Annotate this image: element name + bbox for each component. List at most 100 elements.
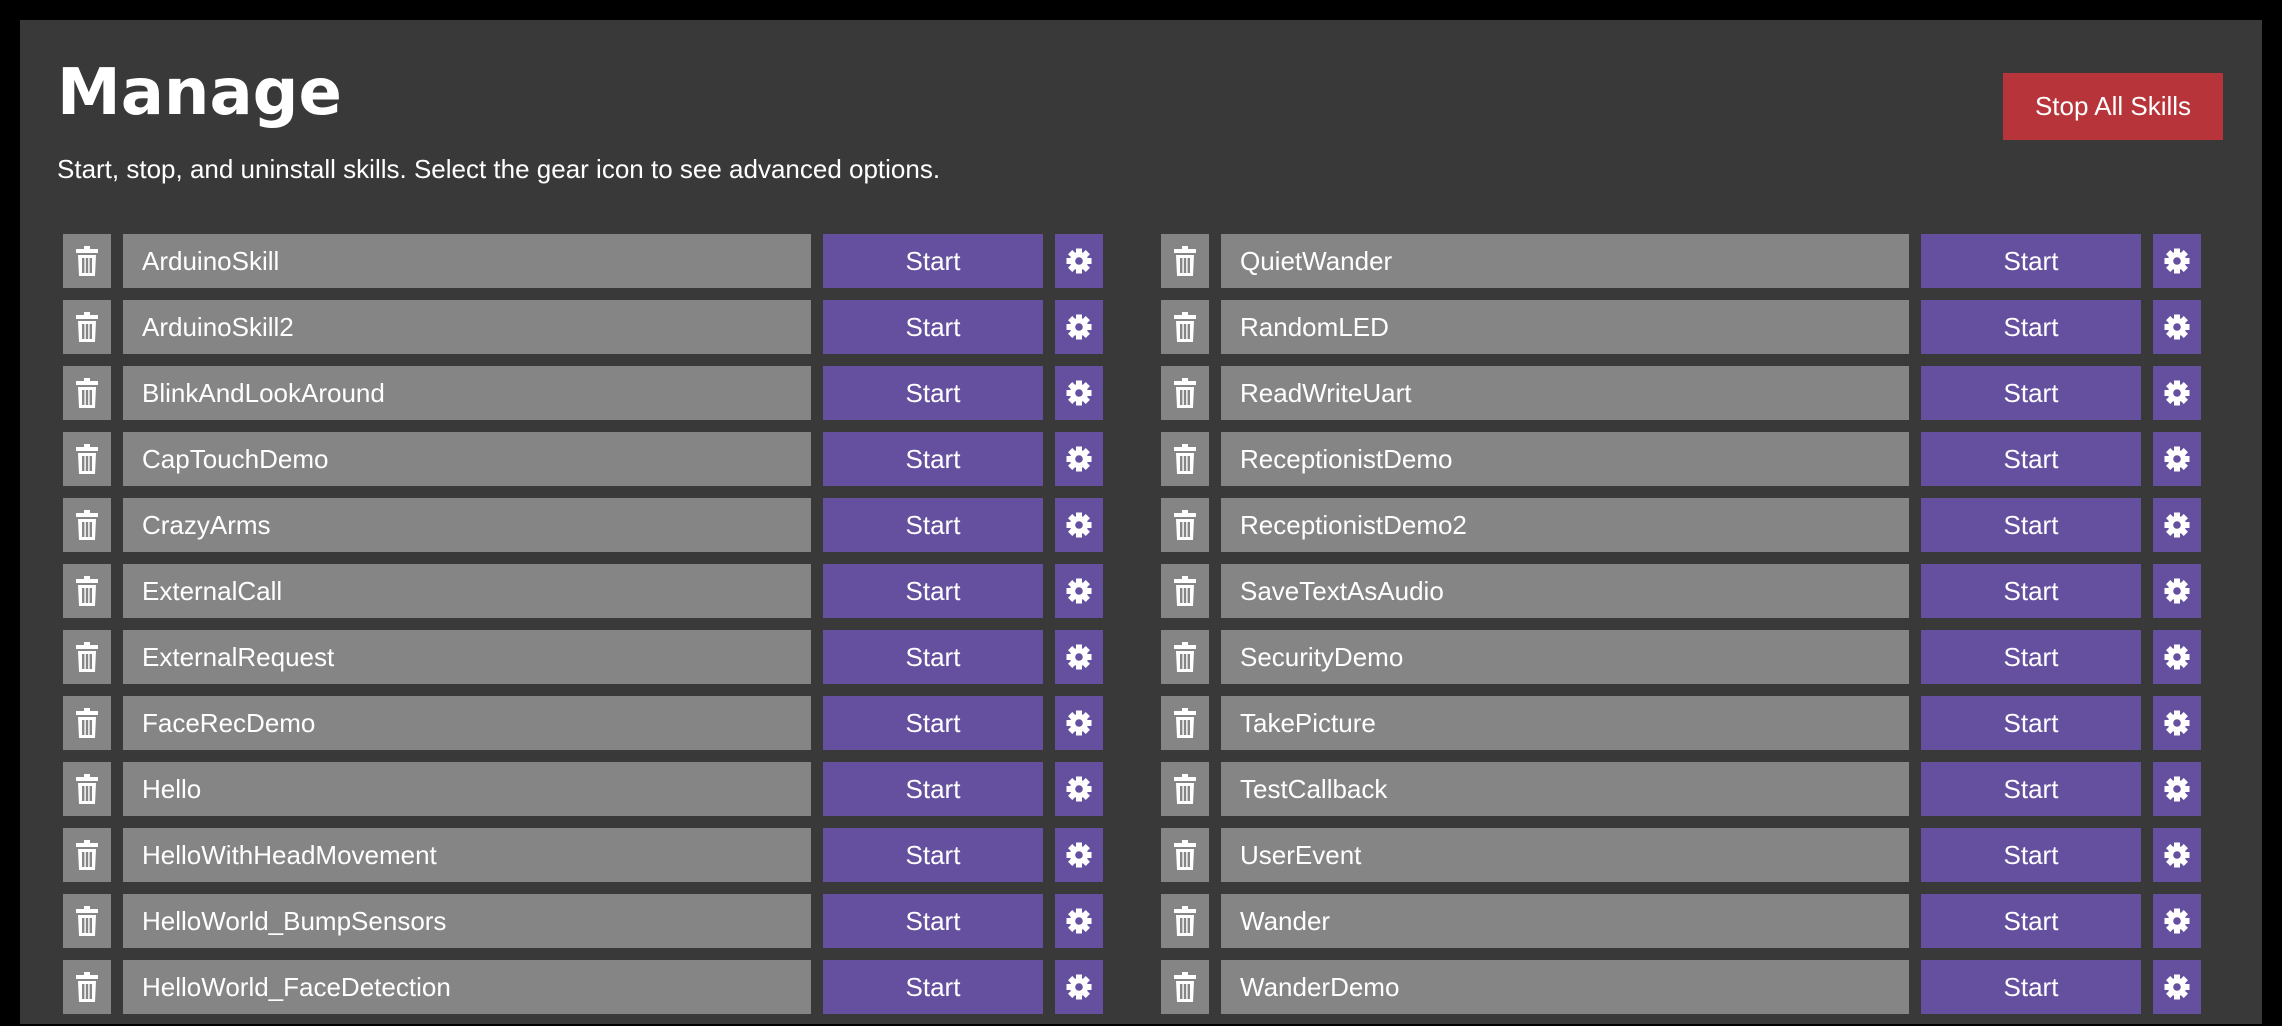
- start-skill-button[interactable]: Start: [823, 366, 1043, 420]
- advanced-options-button[interactable]: [2153, 960, 2201, 1014]
- start-skill-button[interactable]: Start: [1921, 366, 2141, 420]
- start-skill-button[interactable]: Start: [823, 960, 1043, 1014]
- skill-name: HelloWithHeadMovement: [123, 828, 811, 882]
- advanced-options-button[interactable]: [1055, 366, 1103, 420]
- start-skill-button[interactable]: Start: [823, 762, 1043, 816]
- trash-icon: [1174, 906, 1196, 936]
- trash-icon: [1174, 444, 1196, 474]
- start-skill-button[interactable]: Start: [1921, 432, 2141, 486]
- gear-icon: [2164, 974, 2190, 1000]
- start-skill-button[interactable]: Start: [1921, 234, 2141, 288]
- start-skill-button[interactable]: Start: [823, 432, 1043, 486]
- start-skill-button[interactable]: Start: [1921, 894, 2141, 948]
- advanced-options-button[interactable]: [2153, 630, 2201, 684]
- advanced-options-button[interactable]: [1055, 630, 1103, 684]
- gear-icon: [2164, 710, 2190, 736]
- trash-icon: [76, 246, 98, 276]
- advanced-options-button[interactable]: [2153, 564, 2201, 618]
- advanced-options-button[interactable]: [1055, 564, 1103, 618]
- advanced-options-button[interactable]: [1055, 234, 1103, 288]
- advanced-options-button[interactable]: [1055, 300, 1103, 354]
- uninstall-button[interactable]: [1161, 564, 1209, 618]
- start-skill-button[interactable]: Start: [823, 234, 1043, 288]
- skill-name: ReceptionistDemo: [1221, 432, 1909, 486]
- uninstall-button[interactable]: [63, 630, 111, 684]
- trash-icon: [1174, 246, 1196, 276]
- uninstall-button[interactable]: [63, 696, 111, 750]
- uninstall-button[interactable]: [63, 828, 111, 882]
- advanced-options-button[interactable]: [1055, 960, 1103, 1014]
- uninstall-button[interactable]: [1161, 630, 1209, 684]
- trash-icon: [1174, 576, 1196, 606]
- uninstall-button[interactable]: [63, 234, 111, 288]
- trash-icon: [76, 510, 98, 540]
- advanced-options-button[interactable]: [1055, 432, 1103, 486]
- skill-name: HelloWorld_FaceDetection: [123, 960, 811, 1014]
- advanced-options-button[interactable]: [2153, 696, 2201, 750]
- skill-name: QuietWander: [1221, 234, 1909, 288]
- advanced-options-button[interactable]: [1055, 762, 1103, 816]
- gear-icon: [2164, 314, 2190, 340]
- uninstall-button[interactable]: [63, 366, 111, 420]
- advanced-options-button[interactable]: [2153, 432, 2201, 486]
- gear-icon: [1066, 446, 1092, 472]
- uninstall-button[interactable]: [1161, 894, 1209, 948]
- uninstall-button[interactable]: [63, 432, 111, 486]
- page-title: Manage: [57, 56, 342, 130]
- start-skill-button[interactable]: Start: [823, 564, 1043, 618]
- start-skill-button[interactable]: Start: [823, 696, 1043, 750]
- uninstall-button[interactable]: [63, 300, 111, 354]
- trash-icon: [76, 972, 98, 1002]
- start-skill-button[interactable]: Start: [823, 498, 1043, 552]
- uninstall-button[interactable]: [63, 762, 111, 816]
- start-skill-button[interactable]: Start: [1921, 960, 2141, 1014]
- uninstall-button[interactable]: [63, 564, 111, 618]
- uninstall-button[interactable]: [1161, 960, 1209, 1014]
- stop-all-skills-button[interactable]: Stop All Skills: [2003, 73, 2223, 140]
- advanced-options-button[interactable]: [1055, 828, 1103, 882]
- skill-name: Hello: [123, 762, 811, 816]
- advanced-options-button[interactable]: [2153, 762, 2201, 816]
- advanced-options-button[interactable]: [2153, 366, 2201, 420]
- gear-icon: [1066, 512, 1092, 538]
- advanced-options-button[interactable]: [2153, 894, 2201, 948]
- start-skill-button[interactable]: Start: [823, 630, 1043, 684]
- start-skill-button[interactable]: Start: [1921, 564, 2141, 618]
- start-skill-button[interactable]: Start: [1921, 696, 2141, 750]
- start-skill-button[interactable]: Start: [823, 828, 1043, 882]
- start-skill-button[interactable]: Start: [823, 300, 1043, 354]
- start-skill-button[interactable]: Start: [1921, 630, 2141, 684]
- start-skill-button[interactable]: Start: [1921, 828, 2141, 882]
- uninstall-button[interactable]: [1161, 498, 1209, 552]
- trash-icon: [76, 576, 98, 606]
- advanced-options-button[interactable]: [1055, 498, 1103, 552]
- start-skill-button[interactable]: Start: [1921, 498, 2141, 552]
- uninstall-button[interactable]: [63, 960, 111, 1014]
- advanced-options-button[interactable]: [1055, 696, 1103, 750]
- uninstall-button[interactable]: [1161, 366, 1209, 420]
- start-skill-button[interactable]: Start: [823, 894, 1043, 948]
- gear-icon: [1066, 842, 1092, 868]
- uninstall-button[interactable]: [1161, 828, 1209, 882]
- uninstall-button[interactable]: [63, 894, 111, 948]
- gear-icon: [1066, 248, 1092, 274]
- gear-icon: [2164, 908, 2190, 934]
- trash-icon: [1174, 642, 1196, 672]
- uninstall-button[interactable]: [1161, 762, 1209, 816]
- uninstall-button[interactable]: [1161, 300, 1209, 354]
- skill-name: TakePicture: [1221, 696, 1909, 750]
- trash-icon: [1174, 312, 1196, 342]
- start-skill-button[interactable]: Start: [1921, 300, 2141, 354]
- uninstall-button[interactable]: [63, 498, 111, 552]
- uninstall-button[interactable]: [1161, 234, 1209, 288]
- advanced-options-button[interactable]: [2153, 498, 2201, 552]
- uninstall-button[interactable]: [1161, 432, 1209, 486]
- advanced-options-button[interactable]: [1055, 894, 1103, 948]
- uninstall-button[interactable]: [1161, 696, 1209, 750]
- start-skill-button[interactable]: Start: [1921, 762, 2141, 816]
- advanced-options-button[interactable]: [2153, 300, 2201, 354]
- skill-name: BlinkAndLookAround: [123, 366, 811, 420]
- advanced-options-button[interactable]: [2153, 234, 2201, 288]
- advanced-options-button[interactable]: [2153, 828, 2201, 882]
- skill-name: ExternalRequest: [123, 630, 811, 684]
